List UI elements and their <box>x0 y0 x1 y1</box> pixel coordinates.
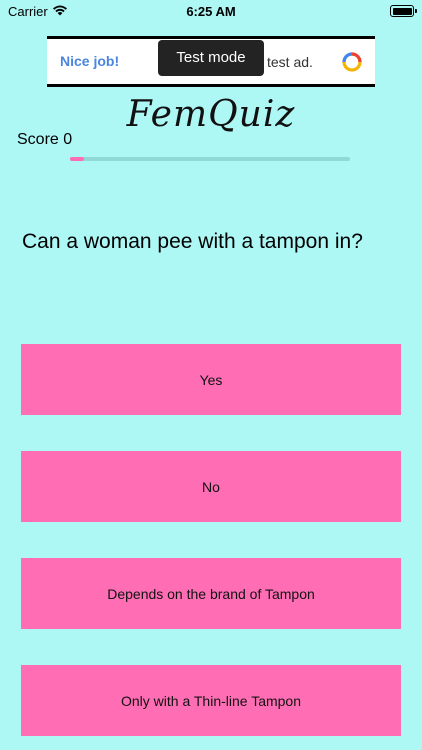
ad-title[interactable]: Nice job! <box>60 53 119 69</box>
test-mode-badge: Test mode <box>158 40 264 76</box>
answer-button-no[interactable]: No <box>21 451 401 522</box>
status-bar: Carrier 6:25 AM <box>0 0 422 24</box>
progress-bar-fill <box>70 157 84 161</box>
ad-choices-logo-icon[interactable] <box>341 51 363 73</box>
answer-button-depends-on-brand[interactable]: Depends on the brand of Tampon <box>21 558 401 629</box>
answer-button-thin-line[interactable]: Only with a Thin-line Tampon <box>21 665 401 736</box>
score-label: Score 0 <box>17 131 73 148</box>
question-text: Can a woman pee with a tampon in? <box>22 230 363 253</box>
app-title: FemQuiz <box>126 94 296 135</box>
battery-icon <box>390 5 417 17</box>
status-time: 6:25 AM <box>186 4 236 19</box>
answer-button-yes[interactable]: Yes <box>21 344 401 415</box>
progress-bar <box>70 157 350 161</box>
ad-text[interactable]: test ad. <box>267 54 313 70</box>
